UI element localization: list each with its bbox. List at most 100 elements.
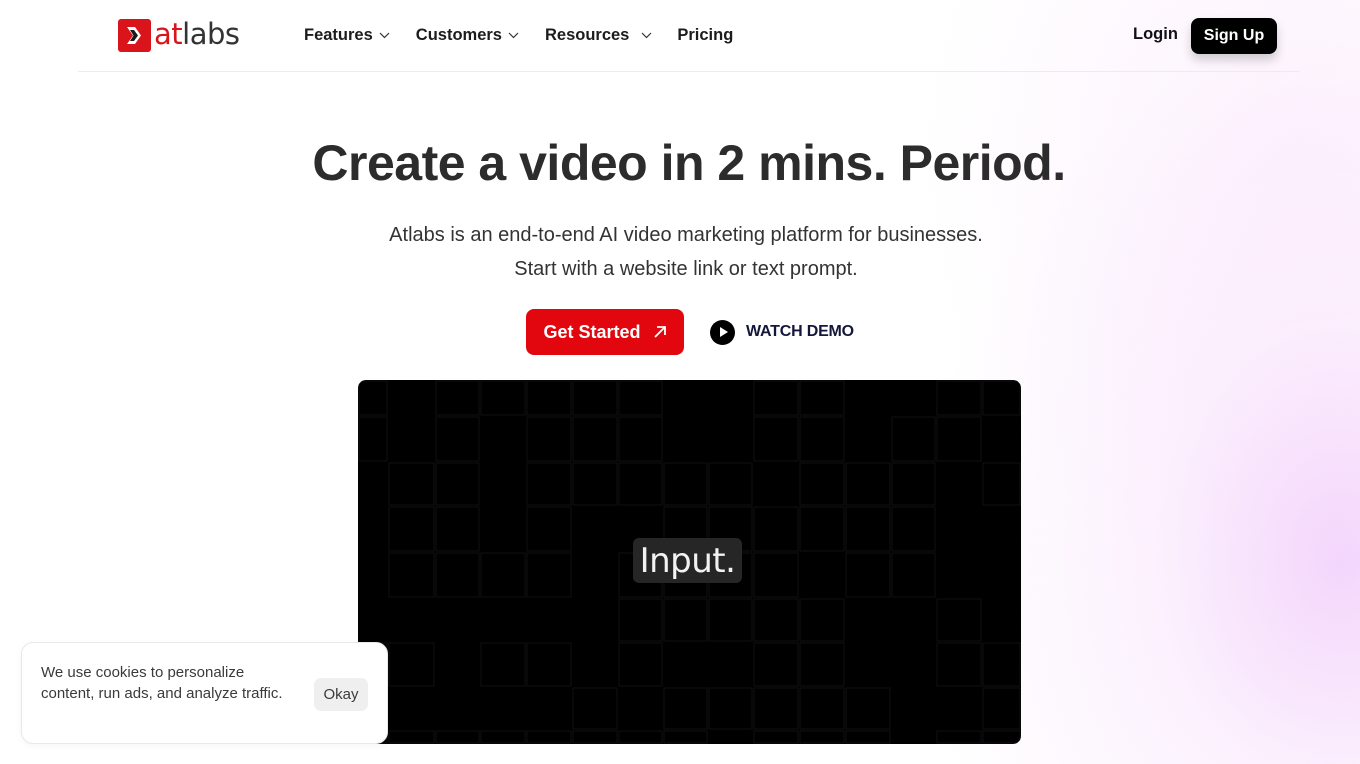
video-caption: Input.	[633, 538, 742, 583]
cookie-okay-button[interactable]: Okay	[314, 678, 368, 711]
video-grid-cell	[708, 598, 753, 642]
video-grid-cell	[526, 506, 572, 552]
nav-item-customers[interactable]: Customers	[416, 26, 519, 45]
video-grid-cell	[708, 462, 753, 506]
nav-item-label: Pricing	[677, 25, 734, 44]
logo-wordmark-rest: labs	[182, 16, 240, 51]
video-grid-cell	[618, 642, 663, 687]
nav-item-features[interactable]: Features	[304, 26, 390, 45]
arrow-up-right-icon	[653, 326, 666, 338]
video-grid-cell	[799, 642, 845, 687]
cookie-text: We use cookies to personalize content, r…	[41, 664, 283, 702]
video-grid-cell	[891, 506, 936, 552]
video-grid-cell	[435, 552, 480, 598]
video-grid-cell	[435, 506, 480, 552]
video-grid-cell	[618, 416, 663, 462]
video-grid-cell	[618, 598, 663, 642]
atlabs-logo[interactable]: atlabs	[118, 18, 240, 52]
play-icon	[710, 319, 735, 345]
nav-item-label: Customers	[415, 25, 502, 44]
video-grid-cell	[799, 730, 845, 744]
video-grid-cell	[526, 642, 572, 687]
nav-item-resources[interactable]: Resources	[545, 26, 652, 45]
video-grid-cell	[708, 687, 753, 730]
video-grid-cell	[753, 598, 799, 642]
video-grid-cell	[618, 380, 663, 416]
video-grid-cell	[663, 598, 708, 642]
video-grid-cell	[480, 380, 526, 416]
video-grid-cell	[982, 730, 1021, 744]
video-grid-cell	[572, 416, 618, 462]
video-grid-cell	[799, 462, 845, 506]
chevron-down-icon	[508, 32, 519, 38]
hero-cta-row: Get Started WATCH DEMO	[526, 309, 854, 355]
login-link[interactable]: Login	[1133, 25, 1178, 44]
logo-mark-icon	[118, 18, 151, 52]
video-grid-cell	[388, 642, 435, 687]
video-grid-cell	[435, 380, 480, 416]
hero-title: Create a video in 2 mins. Period.	[312, 135, 1066, 191]
video-grid-cell	[753, 506, 799, 552]
video-grid-cell	[753, 380, 799, 416]
get-started-label: Get Started	[543, 321, 641, 342]
main-nav: Features Customers Resources Pricing	[304, 24, 759, 46]
video-grid-cell	[799, 416, 845, 462]
video-grid-cell	[480, 730, 526, 744]
watch-demo-label: WATCH DEMO	[746, 323, 854, 340]
cookie-banner: We use cookies to personalize content, r…	[21, 642, 388, 744]
video-grid-cell	[663, 730, 708, 744]
video-grid-cell	[845, 462, 891, 506]
video-grid-cell	[982, 642, 1021, 687]
chevron-down-icon	[641, 32, 652, 38]
video-grid-cell	[799, 506, 845, 552]
video-grid-cell	[388, 552, 435, 598]
video-grid-cell	[845, 730, 891, 744]
video-grid-cell	[388, 506, 435, 552]
video-grid-cell	[799, 687, 845, 730]
video-grid-cell	[435, 416, 480, 462]
video-grid-cell	[799, 598, 845, 642]
video-grid-cell	[799, 380, 845, 416]
get-started-button[interactable]: Get Started	[526, 309, 684, 355]
video-grid-cell	[618, 730, 663, 744]
logo-wordmark-accent: at	[154, 16, 183, 51]
hero-subtitle-line-2: Start with a website link or text prompt…	[514, 258, 858, 280]
watch-demo-button[interactable]: WATCH DEMO	[710, 319, 854, 345]
video-grid-cell	[753, 416, 799, 462]
video-grid-cell	[753, 552, 799, 598]
nav-item-label: Resources	[544, 25, 630, 44]
video-grid-cell	[388, 462, 435, 506]
nav-item-label: Features	[304, 25, 373, 44]
video-grid-cell	[936, 598, 982, 642]
video-grid-cell	[663, 687, 708, 730]
video-grid-cell	[388, 730, 435, 744]
video-grid-cell	[845, 552, 891, 598]
video-grid-cell	[435, 730, 480, 744]
video-grid-cell	[753, 687, 799, 730]
video-grid-cell	[982, 687, 1021, 730]
video-grid-cell	[526, 462, 572, 506]
video-grid-cell	[663, 462, 708, 506]
video-grid-cell	[753, 730, 799, 744]
video-grid-cell	[526, 380, 572, 416]
signup-button[interactable]: Sign Up	[1191, 18, 1277, 54]
video-grid-cell	[891, 416, 936, 462]
video-grid-cell	[572, 730, 618, 744]
video-grid-cell	[845, 687, 891, 730]
video-grid-cell	[572, 462, 618, 506]
video-grid-cell	[572, 380, 618, 416]
video-grid-cell	[936, 730, 982, 744]
nav-item-pricing[interactable]: Pricing	[677, 26, 733, 45]
video-grid-cell	[936, 380, 982, 416]
video-grid-cell	[526, 552, 572, 598]
video-grid-cell	[480, 552, 526, 598]
video-grid-cell	[845, 506, 891, 552]
hero-subtitle-line-1: Atlabs is an end-to-end AI video marketi…	[389, 224, 983, 246]
demo-video[interactable]: Input.	[358, 380, 1021, 744]
video-grid-cell	[982, 380, 1021, 416]
video-grid-cell	[753, 642, 799, 687]
video-grid-cell	[936, 642, 982, 687]
video-grid-cell	[526, 730, 572, 744]
video-grid-cell	[891, 552, 936, 598]
video-grid-cell	[936, 416, 982, 462]
